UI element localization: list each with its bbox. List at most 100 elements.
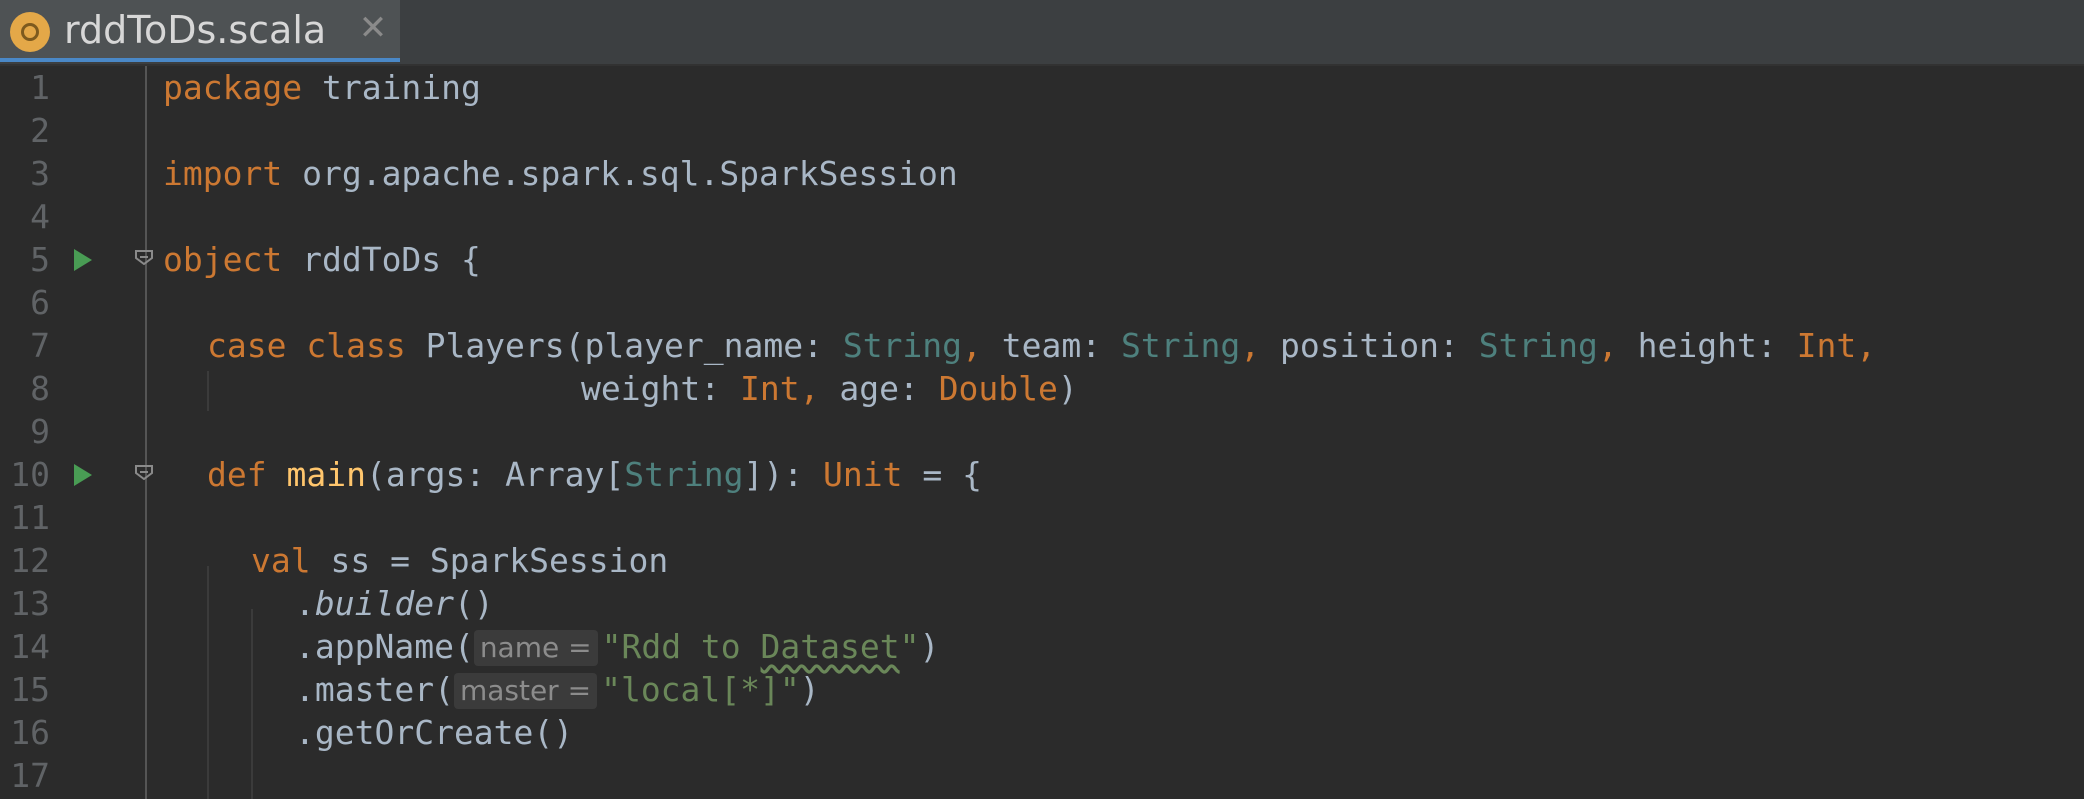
comma: , — [799, 369, 820, 408]
code-line: 1 package training — [0, 66, 2084, 109]
param: team — [1001, 326, 1082, 365]
code-line: 5 object rddToDs { — [0, 238, 2084, 281]
keyword: def — [207, 455, 267, 494]
code-line: 11 — [0, 496, 2084, 539]
code-line: 9 — [0, 410, 2084, 453]
line-number: 5 — [30, 240, 50, 279]
line-number: 11 — [10, 498, 50, 537]
code-text: package training — [163, 66, 481, 109]
run-icon[interactable] — [74, 464, 92, 486]
method-name: .master( — [295, 670, 454, 709]
type: String — [1121, 326, 1241, 365]
code-line: 14 .appName(name = "Rdd to Dataset") — [0, 625, 2084, 668]
type: String — [624, 455, 744, 494]
code-text: case class Players(player_name: String, … — [207, 324, 1876, 367]
hint-label: name — [479, 631, 560, 664]
code-editor[interactable]: 1 package training 2 3 import org.apache… — [0, 66, 2084, 799]
string-literal: " — [899, 627, 920, 666]
type: String — [842, 326, 963, 365]
string-literal: "Rdd to — [601, 627, 761, 666]
code-line: 7 case class Players(player_name: String… — [0, 324, 2084, 367]
line-number: 8 — [30, 369, 50, 408]
brace: { — [461, 240, 481, 279]
comma: , — [1856, 326, 1877, 365]
colon: : — [700, 369, 721, 408]
paren: ) — [1057, 369, 1078, 408]
param: age — [839, 369, 899, 408]
line-number: 17 — [10, 756, 50, 795]
spellcheck-word: Dataset — [760, 627, 900, 666]
code-text: .getOrCreate() — [295, 711, 573, 754]
param: player_name — [584, 326, 804, 365]
line-number: 1 — [30, 68, 50, 107]
hint-label: master — [459, 674, 559, 707]
tab-rddtods-scala[interactable]: rddToDs.scala ✕ — [0, 0, 400, 62]
code-text: .master(master = "local[*]") — [295, 668, 820, 711]
line-number: 2 — [30, 111, 50, 150]
param: args — [385, 455, 466, 494]
colon: : — [783, 455, 804, 494]
code-text: .builder() — [295, 582, 494, 625]
type: Int — [739, 369, 800, 408]
string-literal: "local[*]" — [601, 670, 800, 709]
run-icon[interactable] — [74, 249, 92, 271]
hint-eq: = — [568, 631, 592, 664]
class-name: Players( — [425, 326, 585, 365]
colon: : — [803, 326, 823, 365]
keyword: val — [251, 541, 311, 580]
method-name: .getOrCreate() — [295, 713, 574, 752]
code-text: val ss = SparkSession — [251, 539, 668, 582]
method-name: .appName( — [295, 627, 474, 666]
line-number: 13 — [10, 584, 50, 623]
parameter-hint: master = — [453, 673, 598, 709]
colon: : — [898, 369, 919, 408]
type: Unit — [823, 455, 903, 494]
close-icon[interactable]: ✕ — [356, 8, 390, 48]
fold-icon[interactable] — [134, 249, 154, 265]
code-text: weight: Int, age: Double) — [581, 367, 1078, 410]
paren: ]) — [743, 455, 784, 494]
code-line: 3 import org.apache.spark.sql.SparkSessi… — [0, 152, 2084, 195]
code-text: import org.apache.spark.sql.SparkSession — [163, 152, 958, 195]
code-text: def main(args: Array[String]): Unit = { — [207, 453, 982, 496]
parameter-hint: name = — [473, 630, 598, 666]
colon: : — [1081, 326, 1102, 365]
line-number: 4 — [30, 197, 50, 236]
param: height — [1637, 326, 1757, 365]
paren: ( — [365, 455, 386, 494]
line-number: 9 — [30, 412, 50, 451]
dot: . — [295, 584, 315, 623]
type: Double — [938, 369, 1058, 408]
colon: : — [465, 455, 486, 494]
comma: , — [1597, 326, 1618, 365]
param: position — [1280, 326, 1439, 365]
code-rest: = { — [902, 455, 982, 494]
fold-icon[interactable] — [134, 464, 154, 480]
comma: , — [962, 326, 982, 365]
type: Array[ — [505, 455, 625, 494]
keyword: package — [163, 68, 303, 107]
hint-eq: = — [567, 674, 592, 707]
line-number: 10 — [10, 455, 50, 494]
code-line: 8 weight: Int, age: Double) — [0, 367, 2084, 410]
line-number: 7 — [30, 326, 50, 365]
keyword: object — [163, 240, 283, 279]
line-number: 14 — [10, 627, 50, 666]
paren: () — [453, 584, 494, 623]
colon: : — [1756, 326, 1777, 365]
paren: ) — [919, 627, 940, 666]
param: weight — [581, 369, 701, 408]
code-text: .appName(name = "Rdd to Dataset") — [295, 625, 939, 668]
type: Int — [1796, 326, 1857, 365]
colon: : — [1438, 326, 1459, 365]
line-number: 3 — [30, 154, 50, 193]
object-name: rddToDs — [302, 240, 442, 279]
code-line: 10 def main(args: Array[String]): Unit =… — [0, 453, 2084, 496]
import-path: org.apache.spark.sql.SparkSession — [302, 154, 958, 193]
paren: ) — [799, 670, 820, 709]
line-number: 15 — [10, 670, 50, 709]
code-line: 17 — [0, 754, 2084, 797]
code-line: 2 — [0, 109, 2084, 152]
tab-title: rddToDs.scala — [64, 8, 327, 52]
line-number: 16 — [10, 713, 50, 752]
